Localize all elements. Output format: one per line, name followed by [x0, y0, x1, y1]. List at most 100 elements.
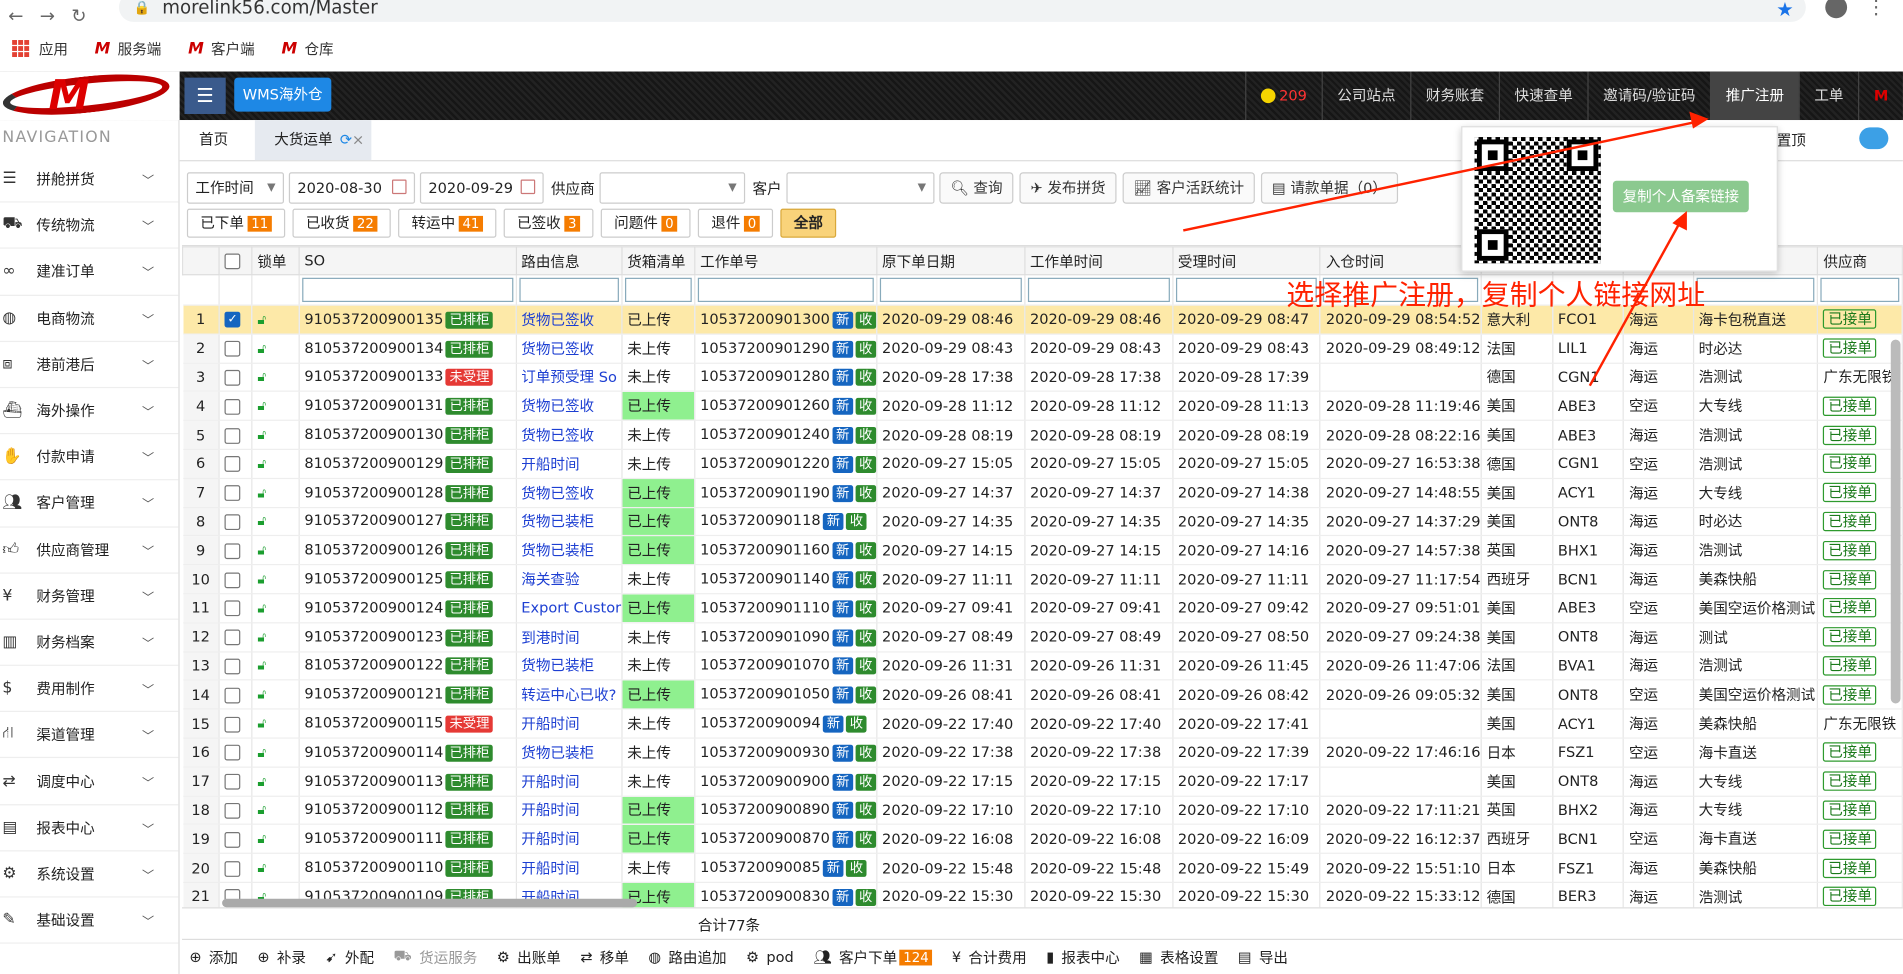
row-checkbox[interactable] [224, 774, 241, 790]
copy-link-button[interactable]: 复制个人备案链接 [1612, 180, 1749, 213]
robot-icon[interactable] [1859, 127, 1889, 150]
sidebar-item[interactable]: ✋ 付款申请 ﹀ [0, 434, 179, 481]
row-select[interactable] [219, 737, 253, 768]
link-quick-search[interactable]: 快速查单 [1498, 71, 1588, 121]
supplier-status[interactable]: 已接单 [1823, 829, 1877, 849]
row-checkbox[interactable] [224, 629, 241, 646]
sidebar-item[interactable]: ⧈ 港前港后 ﹀ [0, 342, 179, 389]
calendar-icon[interactable] [520, 179, 536, 195]
reload-icon[interactable]: ↻ [63, 5, 95, 27]
supplier-cell[interactable]: 已接单 [1817, 593, 1903, 624]
supplier-status[interactable]: 已接单 [1823, 511, 1877, 532]
toolbar-button[interactable]: 👥︎ 客户下单 124 [813, 947, 933, 968]
row-select[interactable] [219, 535, 253, 566]
unlock-icon[interactable]: 🔓︎ [257, 369, 266, 385]
sidebar-item[interactable]: $ 费用制作 ﹀ [0, 666, 179, 713]
account-icon[interactable] [1825, 0, 1848, 19]
unlock-icon[interactable]: 🔓︎ [257, 312, 266, 328]
row-select[interactable] [219, 622, 253, 653]
column-header[interactable]: 受理时间 [1171, 246, 1321, 276]
table-row[interactable]: 19 🔓︎ 910537200900111 已排柜 开船时间 已上传 10537200900… [182, 824, 1903, 855]
column-filter-input[interactable] [697, 277, 874, 303]
horizontal-scrollbar[interactable] [222, 898, 638, 908]
supplier-cell[interactable]: 已接单 [1817, 420, 1903, 450]
select-all-checkbox[interactable] [224, 253, 241, 270]
supplier-cell[interactable]: 已接单 [1817, 766, 1903, 797]
supplier-cell[interactable]: 已接单 [1817, 507, 1903, 537]
supplier-select[interactable]: ▼ [599, 172, 746, 204]
unlock-icon[interactable]: 🔓︎ [257, 860, 266, 876]
toolbar-button[interactable]: ▤ 导出 [1238, 947, 1288, 968]
supplier-cell[interactable]: 已接单 [1817, 564, 1903, 595]
table-row[interactable]: 14 🔓︎ 910537200900121 已排柜 转运中心已收? 已上传 10537200… [182, 680, 1903, 710]
table-row[interactable]: 7 🔓︎ 910537200900128 已排柜 货物已签收 已上传 10537200901… [182, 478, 1903, 508]
sidebar-item[interactable]: 👥︎ 客户管理 ﹀ [0, 481, 179, 528]
unlock-icon[interactable]: 🔓︎ [257, 745, 266, 761]
pin-top[interactable]: 置顶 [1777, 130, 1806, 151]
user-avatar[interactable]: M [1858, 71, 1903, 121]
table-row[interactable]: 5 🔓︎ 810537200900130 已排柜 货物已签收 未上传 10537200901… [182, 420, 1903, 450]
row-select[interactable] [219, 478, 253, 508]
column-header[interactable]: 原下单日期 [875, 246, 1026, 276]
sidebar-item[interactable]: ⇄ 调度中心 ﹀ [0, 759, 179, 805]
table-row[interactable]: 11 🔓︎ 910537200900124 已排柜 Export Custor 已上传 10… [182, 593, 1903, 624]
supplier-cell[interactable]: 已接单 [1817, 449, 1903, 479]
row-checkbox[interactable] [224, 514, 241, 530]
column-filter-input[interactable] [1696, 277, 1815, 303]
supplier-status[interactable]: 已接单 [1823, 800, 1877, 820]
table-row[interactable]: 15 🔓︎ 810537200900115 未受理 开船时间 未上传 10537200900… [182, 709, 1903, 739]
row-select[interactable] [219, 333, 253, 364]
column-header[interactable]: 入仓时间 [1319, 246, 1482, 276]
unlock-icon[interactable]: 🔓︎ [257, 514, 266, 530]
status-button[interactable]: 退件 0 [697, 208, 774, 238]
row-select[interactable] [219, 824, 253, 855]
row-checkbox[interactable] [224, 427, 241, 444]
toolbar-button[interactable]: ⛟ 货运服务 [393, 947, 477, 968]
unlock-icon[interactable]: 🔓︎ [257, 629, 266, 645]
sidebar-item[interactable]: ☰ 拼舱拼货 ﹀ [0, 156, 179, 203]
unlock-icon[interactable]: 🔓︎ [257, 427, 266, 443]
row-select[interactable] [219, 853, 253, 883]
coin-counter[interactable]: 209 [1245, 71, 1321, 121]
supplier-status[interactable]: 已接单 [1823, 887, 1877, 907]
row-checkbox[interactable] [224, 571, 241, 588]
row-checkbox[interactable] [224, 745, 241, 761]
toolbar-button[interactable]: ▦ 表格设置 [1139, 947, 1218, 968]
supplier-status[interactable]: 已接单 [1823, 396, 1877, 416]
toolbar-button[interactable]: ⚙ pod [746, 948, 794, 965]
link-invite-code[interactable]: 邀请码/验证码 [1587, 71, 1710, 121]
bookmark-server[interactable]: M 服务端 [95, 38, 162, 59]
row-checkbox[interactable] [224, 802, 241, 819]
supplier-status[interactable]: 已接单 [1823, 569, 1877, 589]
supplier-cell[interactable]: 已接单 [1817, 824, 1903, 855]
back-icon[interactable]: ← [0, 5, 32, 27]
column-header[interactable]: 工作单号 [694, 246, 878, 276]
table-row[interactable]: 6 🔓︎ 810537200900129 已排柜 开船时间 未上传 105372009012… [182, 449, 1903, 479]
status-button[interactable]: 问题件 0 [600, 208, 691, 238]
hamburger-menu-icon[interactable]: ☰ [184, 77, 226, 115]
supplier-cell[interactable]: 已接单 [1817, 305, 1903, 335]
supplier-cell[interactable]: 已接单 [1817, 680, 1903, 710]
supplier-cell[interactable]: 已接单 [1817, 333, 1903, 364]
row-select[interactable] [219, 709, 253, 739]
payment-docs-button[interactable]: ▤ 请款单据（0） [1261, 172, 1398, 204]
address-bar[interactable]: 🔒 morelink56.com/Master [118, 0, 1806, 22]
supplier-status[interactable]: 已接单 [1823, 598, 1877, 618]
column-filter-input[interactable] [1027, 277, 1170, 303]
supplier-status[interactable]: 已接单 [1823, 309, 1877, 330]
row-select[interactable] [219, 391, 253, 422]
unlock-icon[interactable]: 🔓︎ [257, 773, 266, 789]
supplier-status[interactable]: 已接单 [1823, 684, 1877, 705]
sidebar-item[interactable]: 👍︎ 供应商管理 ﹀ [0, 527, 179, 574]
unlock-icon[interactable]: 🔓︎ [257, 456, 266, 472]
table-row[interactable]: 20 🔓︎ 810537200900110 已排柜 开船时间 未上传 10537200900… [182, 853, 1903, 883]
supplier-cell[interactable]: 已接单 [1817, 478, 1903, 508]
unlock-icon[interactable]: 🔓︎ [257, 716, 266, 732]
toolbar-button[interactable]: ⊕ 补录 [257, 947, 306, 968]
row-select[interactable]: ✓ [219, 305, 253, 335]
row-checkbox[interactable] [224, 398, 241, 415]
row-select[interactable] [219, 362, 253, 393]
select-all-header[interactable] [218, 246, 253, 276]
supplier-cell[interactable]: 已接单 [1817, 535, 1903, 566]
row-checkbox[interactable] [224, 860, 241, 877]
